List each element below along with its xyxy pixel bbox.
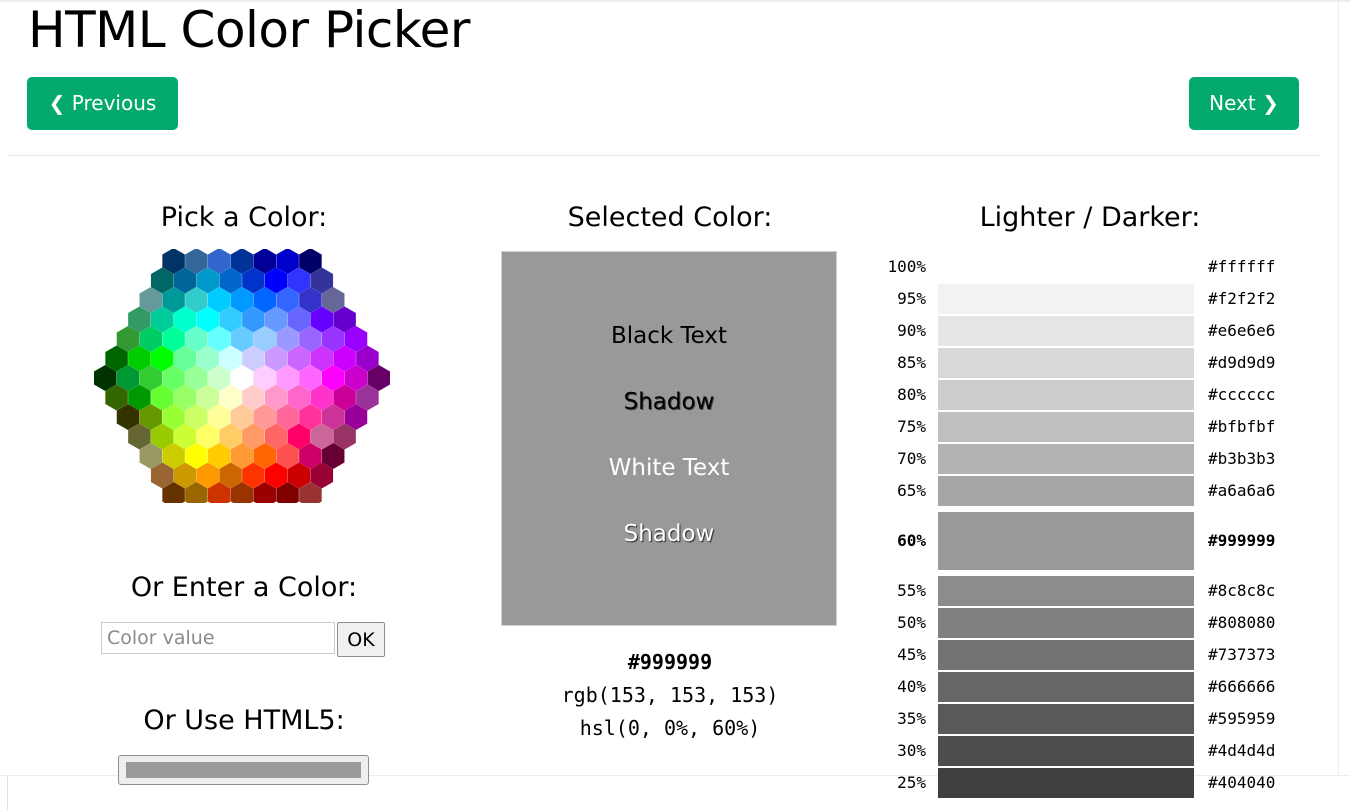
shade-percent: 70%: [897, 449, 926, 468]
shade-hex: #4d4d4d: [1208, 741, 1276, 760]
shade-hex: #8c8c8c: [1208, 581, 1276, 600]
shade-hex: #737373: [1208, 645, 1276, 664]
shade-percent: 25%: [897, 773, 926, 792]
selected-hex-value: #999999: [627, 650, 713, 674]
shade-swatch[interactable]: [938, 672, 1194, 702]
pick-color-heading: Pick a Color:: [160, 202, 328, 233]
white-shadow-sample: Shadow: [623, 521, 715, 547]
shade-swatch[interactable]: [938, 704, 1194, 734]
page-title: HTML Color Picker: [28, 1, 470, 59]
black-text-sample: Black Text: [610, 323, 728, 349]
chevron-left-icon: ❮: [48, 91, 66, 115]
selected-color-swatch: Black Text Shadow White Text Shadow: [501, 251, 837, 626]
previous-label: Previous: [71, 91, 157, 115]
shade-hex: #ffffff: [1208, 257, 1276, 276]
shade-hex: #bfbfbf: [1208, 417, 1276, 436]
white-text-sample: White Text: [608, 455, 730, 481]
shade-percent: 55%: [897, 581, 926, 600]
shade-hex: #808080: [1208, 613, 1276, 632]
shade-swatch[interactable]: [938, 608, 1194, 638]
color-value-input[interactable]: [101, 622, 335, 654]
shade-percent: 45%: [897, 645, 926, 664]
shade-hex: #f2f2f2: [1208, 289, 1276, 308]
shade-percent: 100%: [887, 257, 926, 276]
shade-percent: 85%: [897, 353, 926, 372]
shade-swatch[interactable]: [938, 768, 1194, 798]
shade-hex: #a6a6a6: [1208, 481, 1276, 500]
shade-swatch[interactable]: [938, 348, 1194, 378]
selected-hsl-value: hsl(0, 0%, 60%): [579, 716, 761, 740]
html5-heading: Or Use HTML5:: [143, 705, 345, 736]
lighter-darker-heading: Lighter / Darker:: [979, 202, 1201, 233]
shade-hex: #404040: [1208, 773, 1276, 792]
scrollbar-track-edge: [1338, 0, 1339, 775]
selected-color-heading: Selected Color:: [567, 202, 773, 233]
shade-hex: #666666: [1208, 677, 1276, 696]
shade-percent: 75%: [897, 417, 926, 436]
shade-swatch[interactable]: [938, 736, 1194, 766]
shade-hex: #999999: [1208, 531, 1276, 550]
shade-percent: 95%: [897, 289, 926, 308]
shade-hex: #595959: [1208, 709, 1276, 728]
shade-percent: 40%: [897, 677, 926, 696]
shade-swatch[interactable]: [938, 380, 1194, 410]
shade-swatch[interactable]: [938, 284, 1194, 314]
shade-percent: 50%: [897, 613, 926, 632]
shade-hex: #b3b3b3: [1208, 449, 1276, 468]
html5-color-input[interactable]: [118, 755, 369, 785]
shade-swatch[interactable]: [938, 476, 1194, 506]
shade-hex: #d9d9d9: [1208, 353, 1276, 372]
shade-swatch[interactable]: [938, 576, 1194, 606]
shade-percent: 90%: [897, 321, 926, 340]
shade-swatch[interactable]: [938, 412, 1194, 442]
next-label: Next: [1209, 91, 1256, 115]
black-shadow-sample: Shadow: [623, 389, 715, 415]
bottom-divider: [7, 776, 8, 810]
previous-button[interactable]: ❮ Previous: [27, 77, 178, 130]
ok-button[interactable]: OK: [337, 622, 385, 657]
shade-swatch[interactable]: [938, 252, 1194, 282]
hex-color-map[interactable]: [94, 249, 390, 503]
shade-percent: 65%: [897, 481, 926, 500]
shade-swatch[interactable]: [938, 512, 1194, 570]
html5-color-swatch: [126, 762, 361, 778]
shade-percent: 35%: [897, 709, 926, 728]
shade-swatch[interactable]: [938, 316, 1194, 346]
shade-swatch[interactable]: [938, 640, 1194, 670]
enter-color-heading: Or Enter a Color:: [130, 572, 358, 603]
shade-hex: #e6e6e6: [1208, 321, 1276, 340]
shade-swatch[interactable]: [938, 444, 1194, 474]
shade-hex: #cccccc: [1208, 385, 1276, 404]
shade-percent: 30%: [897, 741, 926, 760]
shade-percent: 60%: [897, 531, 926, 550]
header-divider: [7, 155, 1320, 156]
next-button[interactable]: Next ❯: [1189, 77, 1299, 130]
selected-rgb-value: rgb(153, 153, 153): [561, 683, 779, 707]
shade-percent: 80%: [897, 385, 926, 404]
chevron-right-icon: ❯: [1262, 91, 1279, 115]
